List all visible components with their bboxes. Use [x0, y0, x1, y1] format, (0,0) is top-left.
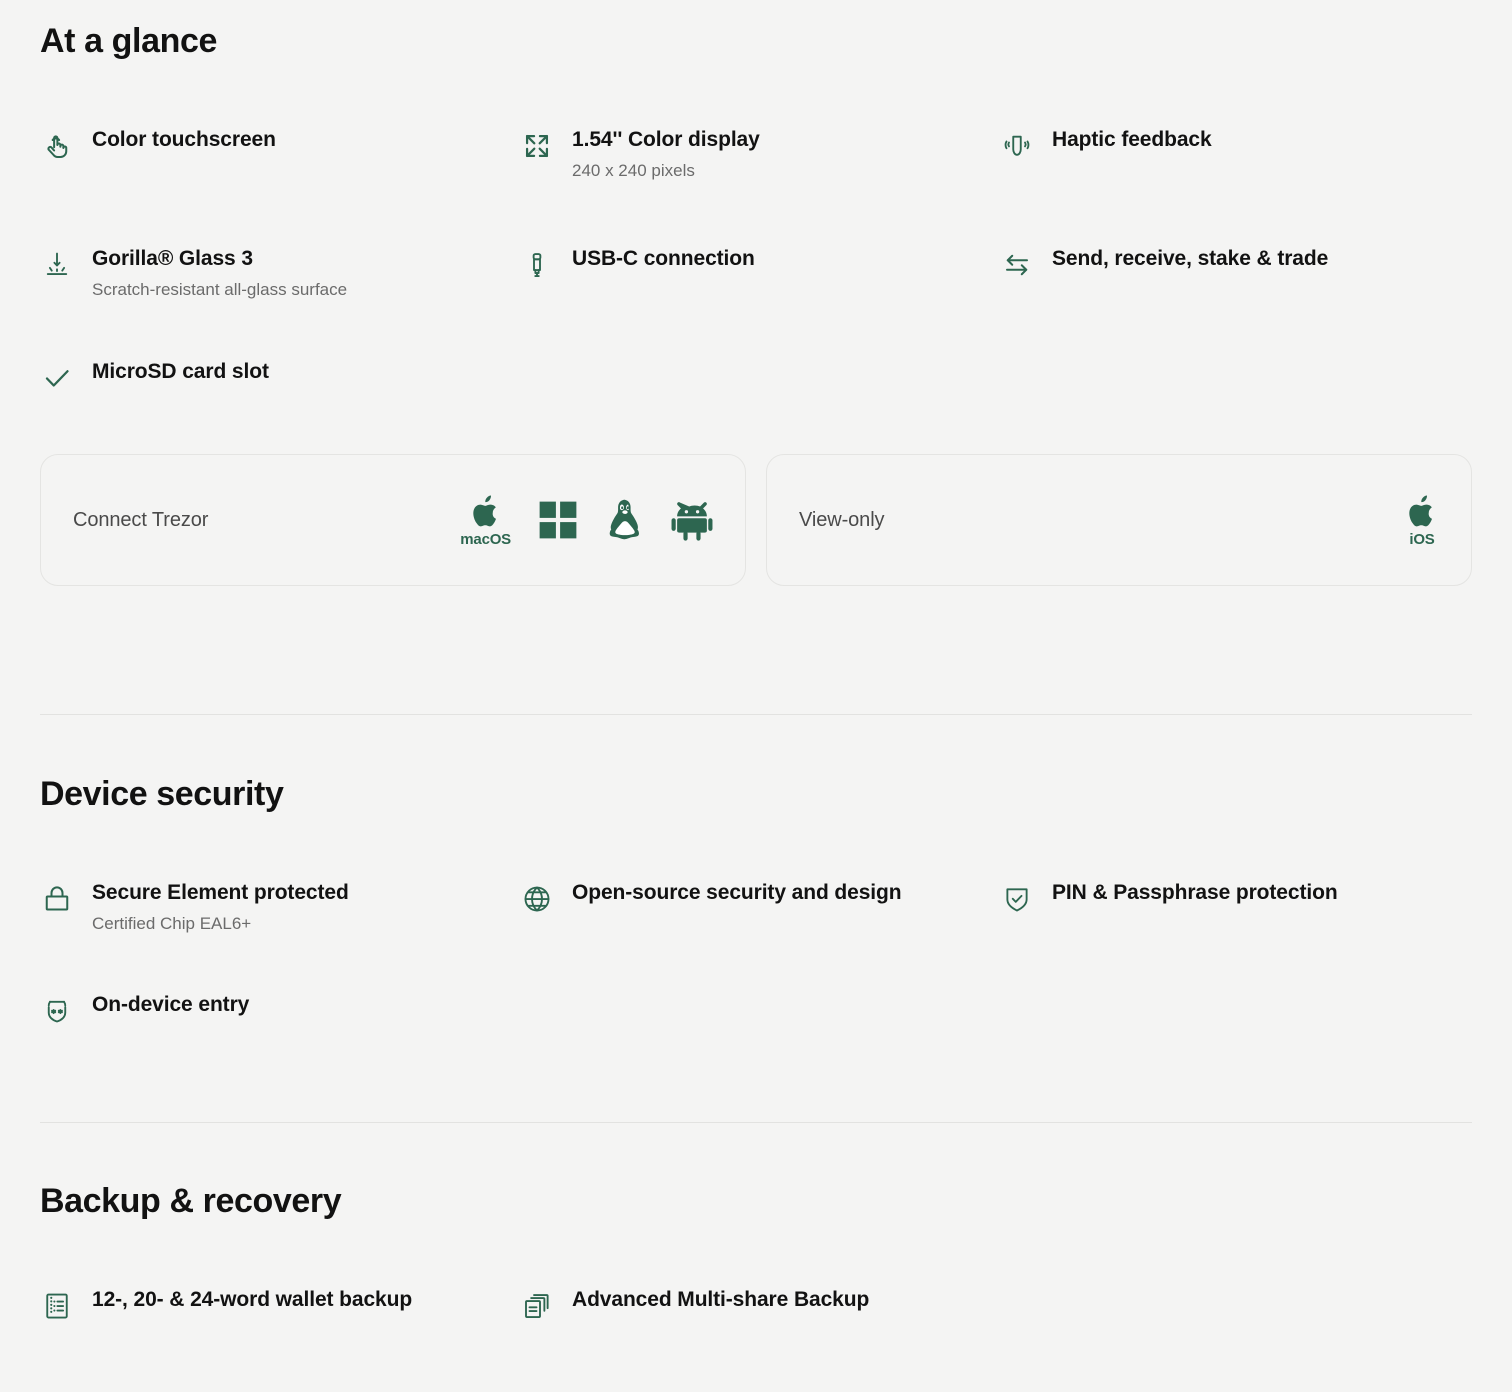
feature-text: Open-source security and design [572, 880, 902, 907]
feature-text: Gorilla® Glass 3 Scratch-resistant all-g… [92, 246, 347, 302]
wallet-backup-list-icon [40, 1289, 74, 1323]
feature-title: On-device entry [92, 992, 249, 1019]
scratch-resistant-icon [40, 248, 74, 282]
product-specs-page: At a glance Color touchscreen [0, 0, 1512, 1392]
feature-text: Haptic feedback [1052, 127, 1212, 154]
view-only-label: View-only [799, 509, 884, 532]
page-title: At a glance [40, 22, 1472, 61]
feature-secure-element: Secure Element protected Certified Chip … [40, 880, 520, 936]
feature-subtitle: Certified Chip EAL6+ [92, 912, 349, 936]
security-row-2: On-device entry [40, 992, 1472, 1028]
send-receive-arrows-icon [1000, 248, 1034, 282]
feature-title: Send, receive, stake & trade [1052, 246, 1328, 273]
feature-title: Secure Element protected [92, 880, 349, 907]
apple-ios-icon: iOS [1405, 494, 1439, 547]
feature-title: PIN & Passphrase protection [1052, 880, 1338, 907]
security-row-1: Secure Element protected Certified Chip … [40, 880, 1472, 936]
expand-display-icon [520, 129, 554, 163]
feature-text: 12-, 20- & 24-word wallet backup [92, 1287, 412, 1314]
globe-icon [520, 882, 554, 916]
view-only-os-icons: iOS [1405, 494, 1439, 547]
feature-microsd: MicroSD card slot [40, 359, 520, 395]
platform-cards-row: Connect Trezor macOS [40, 454, 1472, 586]
feature-title: Gorilla® Glass 3 [92, 246, 347, 273]
feature-row-3: MicroSD card slot [40, 359, 1472, 395]
feature-title: Open-source security and design [572, 880, 902, 907]
feature-color-display: 1.54'' Color display 240 x 240 pixels [520, 127, 1000, 183]
section-title-backup-recovery: Backup & recovery [40, 1182, 1472, 1221]
spacer [1000, 992, 1472, 1028]
view-only-card[interactable]: View-only iOS [766, 454, 1472, 586]
section-at-a-glance: At a glance Color touchscreen [40, 22, 1472, 586]
feature-text: Secure Element protected Certified Chip … [92, 880, 349, 936]
linux-penguin-icon [605, 498, 645, 542]
feature-row-2: Gorilla® Glass 3 Scratch-resistant all-g… [40, 246, 1472, 302]
connect-trezor-os-icons: macOS [460, 494, 713, 547]
spacer [520, 992, 1000, 1028]
feature-on-device-entry: On-device entry [40, 992, 520, 1028]
feature-text: PIN & Passphrase protection [1052, 880, 1338, 907]
windows-icon [537, 499, 579, 541]
spacer [1000, 359, 1472, 395]
feature-title: Color touchscreen [92, 127, 276, 154]
feature-title: MicroSD card slot [92, 359, 269, 386]
feature-wallet-backup: 12-, 20- & 24-word wallet backup [40, 1287, 520, 1323]
feature-send-receive: Send, receive, stake & trade [1000, 246, 1472, 302]
section-backup-recovery: Backup & recovery 12-, [40, 1182, 1472, 1323]
feature-row-1: Color touchscreen 1.54'' Color display 2… [40, 127, 1472, 183]
lock-icon [40, 882, 74, 916]
android-robot-icon [671, 499, 713, 541]
spacer [520, 359, 1000, 395]
feature-open-source: Open-source security and design [520, 880, 1000, 936]
os-icon-caption: macOS [460, 532, 511, 547]
multi-share-stack-icon [520, 1289, 554, 1323]
feature-text: USB-C connection [572, 246, 755, 273]
section-divider-1 [40, 714, 1472, 715]
device-pin-entry-icon [40, 994, 74, 1028]
feature-subtitle: 240 x 240 pixels [572, 159, 760, 183]
backup-row-1: 12-, 20- & 24-word wallet backup Advance… [40, 1287, 1472, 1323]
spacer [1000, 1287, 1472, 1323]
feature-text: On-device entry [92, 992, 249, 1019]
feature-text: Advanced Multi-share Backup [572, 1287, 869, 1314]
feature-pin-passphrase: PIN & Passphrase protection [1000, 880, 1472, 936]
haptic-vibration-icon [1000, 129, 1034, 163]
usb-c-icon [520, 248, 554, 282]
connect-trezor-card[interactable]: Connect Trezor macOS [40, 454, 746, 586]
feature-text: 1.54'' Color display 240 x 240 pixels [572, 127, 760, 183]
feature-color-touchscreen: Color touchscreen [40, 127, 520, 183]
os-icon-caption: iOS [1409, 532, 1434, 547]
checkmark-icon [40, 361, 74, 395]
apple-macos-icon: macOS [460, 494, 511, 547]
feature-subtitle: Scratch-resistant all-glass surface [92, 278, 347, 302]
feature-haptic-feedback: Haptic feedback [1000, 127, 1472, 183]
connect-trezor-label: Connect Trezor [73, 509, 208, 532]
feature-title: Haptic feedback [1052, 127, 1212, 154]
feature-title: USB-C connection [572, 246, 755, 273]
feature-text: Color touchscreen [92, 127, 276, 154]
feature-gorilla-glass: Gorilla® Glass 3 Scratch-resistant all-g… [40, 246, 520, 302]
feature-multi-share-backup: Advanced Multi-share Backup [520, 1287, 1000, 1323]
feature-text: MicroSD card slot [92, 359, 269, 386]
section-title-device-security: Device security [40, 775, 1472, 814]
feature-title: 1.54'' Color display [572, 127, 760, 154]
shield-check-icon [1000, 882, 1034, 916]
section-device-security: Device security Secure Element protected… [40, 775, 1472, 1028]
feature-title: 12-, 20- & 24-word wallet backup [92, 1287, 412, 1314]
feature-usb-c: USB-C connection [520, 246, 1000, 302]
feature-text: Send, receive, stake & trade [1052, 246, 1328, 273]
section-divider-2 [40, 1122, 1472, 1123]
feature-title: Advanced Multi-share Backup [572, 1287, 869, 1314]
touch-hand-icon [40, 129, 74, 163]
